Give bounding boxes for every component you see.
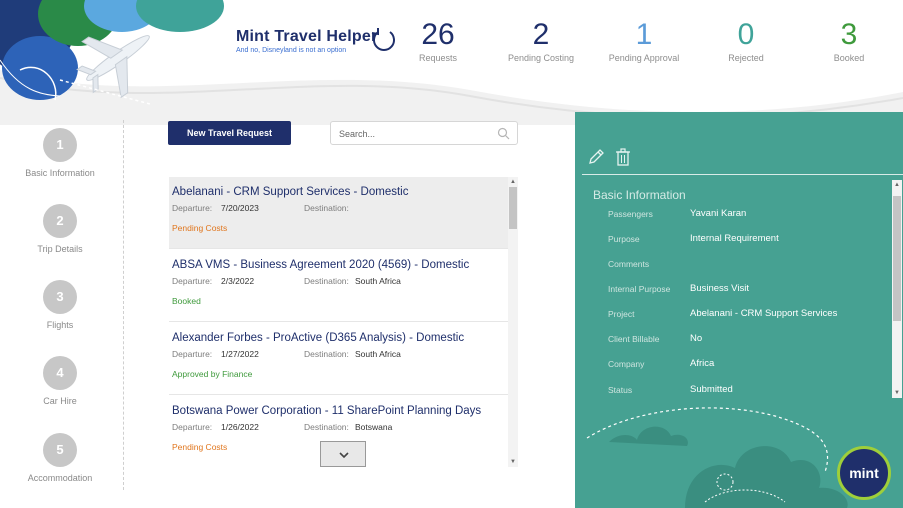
destination-value: South Africa xyxy=(355,349,401,359)
step-accommodation[interactable]: 5 Accommodation xyxy=(0,433,120,483)
step-number: 1 xyxy=(43,128,77,162)
step-label: Trip Details xyxy=(37,244,83,254)
mint-logo: mint xyxy=(837,446,891,500)
scroll-up-arrow-icon[interactable]: ▲ xyxy=(508,177,518,187)
step-number: 4 xyxy=(43,356,77,390)
status-text: Pending Costs xyxy=(172,442,228,452)
list-item[interactable]: Abelanani - CRM Support Services - Domes… xyxy=(169,177,508,249)
stat-value: 26 xyxy=(421,18,455,51)
trash-icon[interactable] xyxy=(615,148,631,166)
step-label: Accommodation xyxy=(27,473,93,483)
status-text: Pending Costs xyxy=(172,223,228,233)
list-item[interactable]: Alexander Forbes - ProActive (D365 Analy… xyxy=(169,323,508,395)
step-navigation: 1 Basic Information 2 Trip Details 3 Fli… xyxy=(0,120,124,490)
stat-rejected[interactable]: 0 Rejected xyxy=(696,18,796,63)
app-title: Mint Travel Helper xyxy=(236,28,378,45)
step-car-hire[interactable]: 4 Car Hire xyxy=(0,356,120,406)
field-label-internal-purpose: Internal Purpose xyxy=(608,284,671,294)
edit-pencil-icon[interactable] xyxy=(587,148,605,166)
departure-label: Departure: xyxy=(172,203,213,213)
stat-booked[interactable]: 3 Booked xyxy=(799,18,899,63)
panel-divider xyxy=(582,174,903,175)
stat-pending-costing[interactable]: 2 Pending Costing xyxy=(491,18,591,63)
list-item[interactable]: ABSA VMS - Business Agreement 2020 (4569… xyxy=(169,250,508,322)
step-label: Flights xyxy=(46,320,74,330)
departure-label: Departure: xyxy=(172,349,213,359)
step-trip-details[interactable]: 2 Trip Details xyxy=(0,204,120,254)
field-label-client-billable: Client Billable xyxy=(608,334,660,344)
field-value-status: Submitted xyxy=(690,384,733,395)
stat-requests[interactable]: 26 Requests xyxy=(388,18,488,63)
step-number: 3 xyxy=(43,280,77,314)
step-number: 5 xyxy=(43,433,77,467)
status-text: Approved by Finance xyxy=(172,369,253,379)
request-title: Botswana Power Corporation - 11 SharePoi… xyxy=(172,405,482,417)
departure-label: Departure: xyxy=(172,276,213,286)
departure-value: 2/3/2022 xyxy=(221,276,255,286)
step-basic-information[interactable]: 1 Basic Information xyxy=(0,128,120,178)
field-value-client-billable: No xyxy=(690,333,703,344)
stat-value: 2 xyxy=(532,18,550,51)
departure-value: 1/27/2022 xyxy=(221,349,259,359)
stat-label: Pending Costing xyxy=(507,53,575,63)
field-value-internal-purpose: Business Visit xyxy=(690,283,749,294)
load-more-button[interactable] xyxy=(320,441,366,467)
field-label-status: Status xyxy=(608,385,633,395)
stat-label: Booked xyxy=(833,53,865,63)
search-input[interactable] xyxy=(339,126,489,142)
stat-label: Rejected xyxy=(728,53,764,63)
departure-value: 7/20/2023 xyxy=(221,203,259,213)
details-scrollbar[interactable]: ▲ ▼ xyxy=(892,180,902,398)
stat-label: Requests xyxy=(418,53,458,63)
field-label-company: Company xyxy=(608,359,645,369)
section-title: Basic Information xyxy=(593,188,686,202)
app-branding: Mint Travel Helper And no, Disneyland is… xyxy=(236,28,377,54)
field-value-company: Africa xyxy=(690,358,715,369)
field-value-passengers: Yavani Karan xyxy=(690,208,747,219)
destination-label: Destination: xyxy=(304,349,349,359)
scroll-thumb[interactable] xyxy=(509,187,517,229)
step-label: Car Hire xyxy=(43,396,77,406)
request-list: Abelanani - CRM Support Services - Domes… xyxy=(169,177,508,467)
destination-value: South Africa xyxy=(355,276,401,286)
scroll-down-arrow-icon[interactable]: ▼ xyxy=(508,457,518,467)
destination-label: Destination: xyxy=(304,422,349,432)
field-value-purpose: Internal Requirement xyxy=(690,233,779,244)
field-label-project: Project xyxy=(608,309,635,319)
scroll-down-arrow-icon[interactable]: ▼ xyxy=(892,388,902,398)
destination-label: Destination: xyxy=(304,276,349,286)
stat-value: 3 xyxy=(840,18,858,51)
stat-value: 1 xyxy=(635,18,653,51)
step-number: 2 xyxy=(43,204,77,238)
stat-pending-approval[interactable]: 1 Pending Approval xyxy=(594,18,694,63)
app-subtitle: And no, Disneyland is not an option xyxy=(236,47,347,54)
field-label-purpose: Purpose xyxy=(608,234,640,244)
search-box xyxy=(330,121,518,145)
destination-value: Botswana xyxy=(355,422,393,432)
destination-label: Destination: xyxy=(304,203,349,213)
departure-value: 1/26/2022 xyxy=(221,422,259,432)
scroll-up-arrow-icon[interactable]: ▲ xyxy=(892,180,902,190)
chevron-down-icon xyxy=(339,452,349,459)
new-travel-request-button[interactable]: New Travel Request xyxy=(168,121,291,145)
search-icon[interactable] xyxy=(497,127,510,140)
step-label: Basic Information xyxy=(25,168,95,178)
stat-label: Pending Approval xyxy=(608,53,680,63)
step-flights[interactable]: 3 Flights xyxy=(0,280,120,330)
field-label-passengers: Passengers xyxy=(608,209,653,219)
scroll-thumb[interactable] xyxy=(893,196,901,321)
request-title: Abelanani - CRM Support Services - Domes… xyxy=(172,186,409,198)
stat-value: 0 xyxy=(737,18,755,51)
request-title: Alexander Forbes - ProActive (D365 Analy… xyxy=(172,332,465,344)
request-title: ABSA VMS - Business Agreement 2020 (4569… xyxy=(172,259,470,271)
list-scrollbar[interactable]: ▲ ▼ xyxy=(508,177,518,467)
field-value-project: Abelanani - CRM Support Services xyxy=(690,308,838,319)
app-root: Mint Travel Helper And no, Disneyland is… xyxy=(0,0,903,508)
status-text: Booked xyxy=(172,296,201,306)
departure-label: Departure: xyxy=(172,422,213,432)
field-label-comments: Comments xyxy=(608,259,650,269)
details-panel: Basic Information Passengers Yavani Kara… xyxy=(575,112,903,508)
